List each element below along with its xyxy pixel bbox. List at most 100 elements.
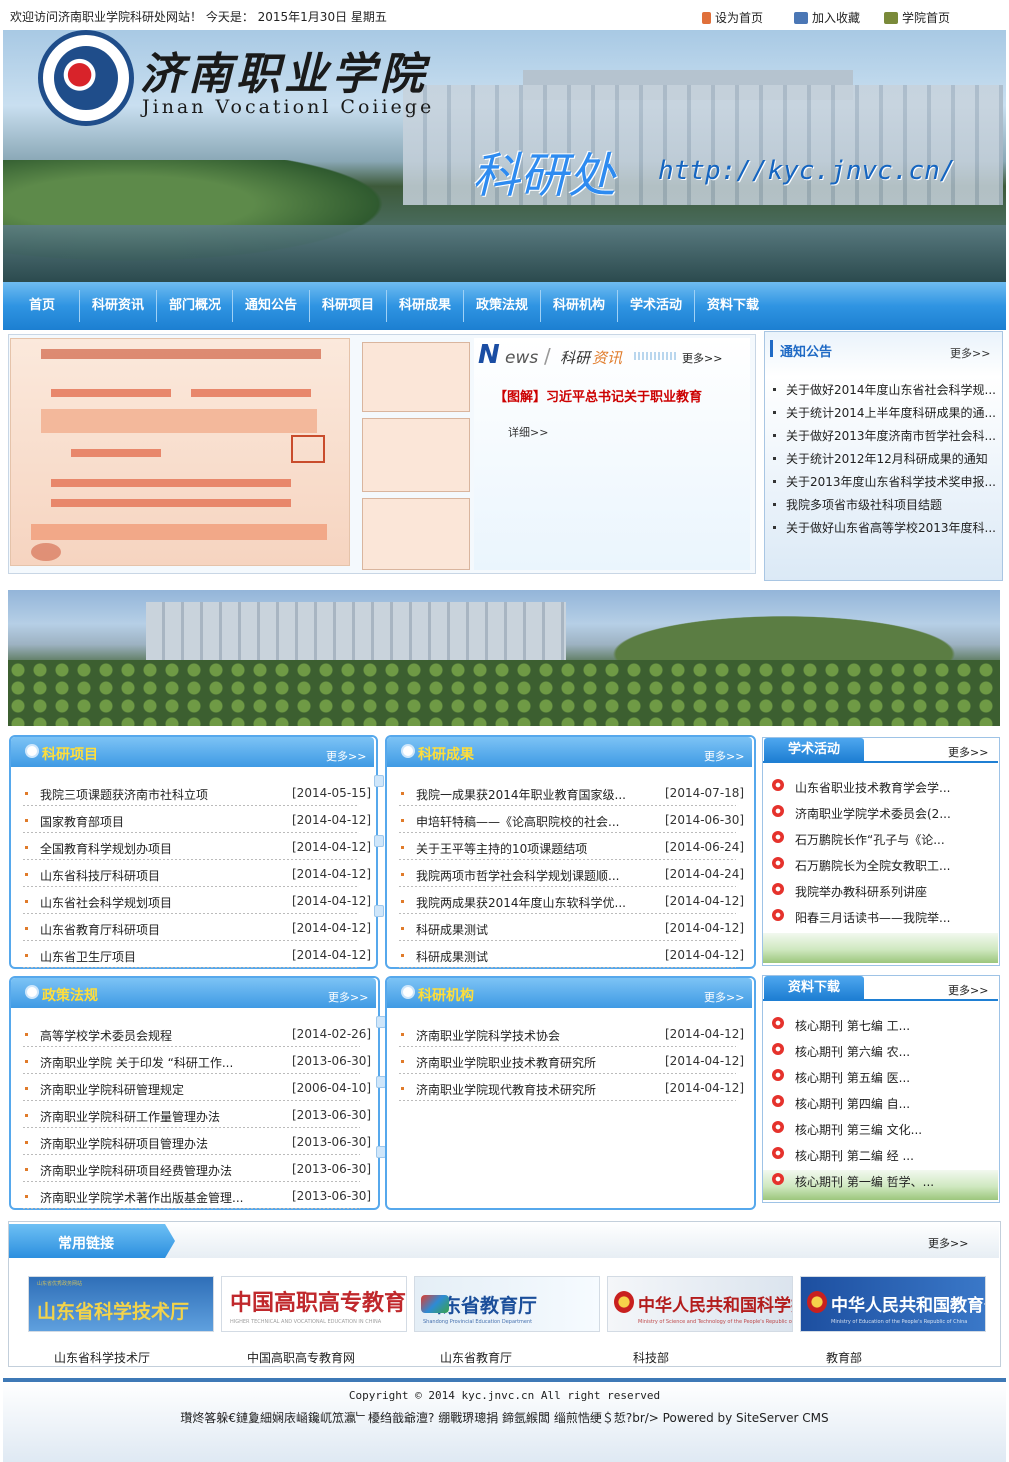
row-divider (23, 913, 358, 914)
notice-item[interactable]: 关于做好2013年度济南市哲学社会科... (773, 427, 995, 444)
list-item[interactable]: 济南职业学院学术著作出版基金管理... (40, 1189, 283, 1206)
list-item[interactable]: 科研成果测试 (416, 948, 656, 965)
list-item[interactable]: 济南职业学院科研工作量管理办法 (40, 1108, 283, 1125)
list-item[interactable]: 济南职业学院现代教育技术研究所 (416, 1081, 656, 1098)
slide-thumbnail[interactable] (362, 342, 470, 412)
partner-link-caption[interactable]: 科技部 (633, 1349, 669, 1366)
add-favorite-label[interactable]: 加入收藏 (812, 11, 860, 25)
panel-more-link[interactable]: 更多>> (326, 748, 366, 764)
notice-more-link[interactable]: 更多>> (950, 345, 990, 361)
notice-item[interactable]: 关于做好2014年度山东省社会科学规... (773, 381, 995, 398)
list-item[interactable]: 我院两成果获2014年度山东软科学优... (416, 894, 656, 911)
arrow-bullet-icon (772, 1017, 784, 1029)
list-item[interactable]: 国家教育部项目 (40, 813, 283, 830)
panel-title: 政策法规 (42, 988, 98, 1004)
list-item[interactable]: 我院三项课题获济南市社科立项 (40, 786, 283, 803)
list-item[interactable]: 山东省科技厅科研项目 (40, 867, 283, 884)
nav-item[interactable]: 学术活动 (618, 282, 694, 330)
set-home-label[interactable]: 设为首页 (715, 11, 763, 25)
side-list-item[interactable]: 石万鹏院长作“孔子与《论... (795, 831, 991, 848)
notice-item[interactable]: 关于2013年度山东省科学技术奖申报... (773, 473, 995, 490)
panel-more-link[interactable]: 更多>> (328, 989, 368, 1005)
notice-item[interactable]: 关于统计2014上半年度科研成果的通... (773, 404, 995, 421)
panel-more-link[interactable]: 更多>> (704, 748, 744, 764)
row-divider (23, 859, 358, 860)
notice-item-label[interactable]: 关于2013年度山东省科学技术奖申报... (786, 475, 995, 489)
side-list-item[interactable]: 核心期刊 第二编 经 ... (795, 1147, 991, 1164)
list-item[interactable]: 申培轩特稿——《论高职院校的社会... (416, 813, 656, 830)
side-list-item[interactable]: 核心期刊 第三编 文化... (795, 1121, 991, 1138)
partner-link-caption[interactable]: 教育部 (826, 1349, 862, 1366)
panel-more-link[interactable]: 更多>> (704, 989, 744, 1005)
news-more-link[interactable]: 更多>> (682, 350, 722, 366)
list-item[interactable]: 高等学校学术委员会规程 (40, 1027, 283, 1044)
partner-logo-link[interactable]: 中华人民共和国教育部 Ministry of Education of the P… (800, 1276, 986, 1332)
side-list-item[interactable]: 核心期刊 第四编 自... (795, 1095, 991, 1112)
links-more-link[interactable]: 更多>> (928, 1235, 968, 1251)
nav-item[interactable]: 资料下载 (695, 282, 771, 330)
notice-item-label[interactable]: 关于做好2013年度济南市哲学社会科... (786, 429, 995, 443)
notice-item-label[interactable]: 关于做好山东省高等学校2013年度科... (786, 521, 995, 535)
list-item[interactable]: 山东省卫生厅项目 (40, 948, 283, 965)
list-item[interactable]: 济南职业学院 关于印发 “科研工作... (40, 1054, 283, 1071)
side-list-item[interactable]: 石万鹏院长为全院女教职工... (795, 857, 991, 874)
list-item[interactable]: 济南职业学院职业技术教育研究所 (416, 1054, 656, 1071)
partner-logo-link[interactable]: 山东省教育厅 Shandong Provincial Education Depa… (414, 1276, 600, 1332)
news-headline-link[interactable]: 【图解】习近平总书记关于职业教育 (494, 386, 702, 405)
nav-item[interactable]: 科研项目 (310, 282, 386, 330)
notice-item-label[interactable]: 关于做好2014年度山东省社会科学规... (786, 383, 995, 397)
bullet-icon (25, 1060, 28, 1063)
side-list-item[interactable]: 我院举办教科研系列讲座 (795, 883, 991, 900)
side-list-item[interactable]: 山东省职业技术教育学会学... (795, 779, 991, 796)
featured-slide-image[interactable] (10, 338, 350, 566)
partner-link-caption[interactable]: 中国高职高专教育网 (247, 1349, 355, 1366)
partner-link-caption[interactable]: 山东省科学技术厅 (54, 1349, 150, 1366)
list-item[interactable]: 全国教育科学规划办项目 (40, 840, 283, 857)
list-item[interactable]: 关于王平等主持的10项课题结项 (416, 840, 656, 857)
nav-item[interactable]: 科研成果 (387, 282, 463, 330)
notice-item-label[interactable]: 我院多项省市级社科项目结题 (786, 498, 942, 512)
notice-item[interactable]: 关于统计2012年12月科研成果的通知 (773, 450, 995, 467)
side-list-item[interactable]: 核心期刊 第五编 医... (795, 1069, 991, 1086)
list-item[interactable]: 济南职业学院科研项目经费管理办法 (40, 1162, 283, 1179)
list-item[interactable]: 山东省教育厅科研项目 (40, 921, 283, 938)
partner-logo-link[interactable]: 山东省科学技术厅 山东省优秀政务网站 (28, 1276, 214, 1332)
nav-separator (79, 290, 80, 322)
nav-item[interactable]: 科研资讯 (80, 282, 156, 330)
nav-item[interactable]: 部门概况 (157, 282, 233, 330)
partner-link-caption[interactable]: 山东省教育厅 (440, 1349, 512, 1366)
add-favorite-link[interactable]: 加入收藏 (794, 9, 860, 26)
side-list-item[interactable]: 核心期刊 第六编 农... (795, 1043, 991, 1060)
notice-item-label[interactable]: 关于统计2014上半年度科研成果的通... (786, 406, 995, 420)
notice-item[interactable]: 我院多项省市级社科项目结题 (773, 496, 995, 513)
list-item[interactable]: 科研成果测试 (416, 921, 656, 938)
side-list-item[interactable]: 核心期刊 第一编 哲学、... (795, 1173, 991, 1190)
list-item[interactable]: 济南职业学院科学技术协会 (416, 1027, 656, 1044)
set-home-link[interactable]: 设为首页 (702, 9, 763, 26)
side-list-item[interactable]: 核心期刊 第七编 工... (795, 1017, 991, 1034)
list-item[interactable]: 济南职业学院科研管理规定 (40, 1081, 283, 1098)
side-box-more-link[interactable]: 更多>> (948, 982, 988, 998)
list-item[interactable]: 我院两项市哲学社会科学规划课题顺... (416, 867, 656, 884)
nav-item[interactable]: 科研机构 (541, 282, 617, 330)
list-item[interactable]: 山东省社会科学规划项目 (40, 894, 283, 911)
side-box-more-link[interactable]: 更多>> (948, 744, 988, 760)
list-item[interactable]: 济南职业学院科研项目管理办法 (40, 1135, 283, 1152)
nav-item[interactable]: 首页 (4, 282, 80, 330)
news-detail-link[interactable]: 详细>> (508, 424, 548, 440)
college-home-link[interactable]: 学院首页 (884, 9, 950, 26)
list-item-date: [2014-06-24] (665, 840, 745, 854)
nav-item[interactable]: 通知公告 (233, 282, 309, 330)
side-list-item[interactable]: 阳春三月话读书——我院举... (795, 909, 991, 926)
partner-logo-link[interactable]: 中华人民共和国科学技术部 Ministry of Science and Tech… (607, 1276, 793, 1332)
slide-thumbnail[interactable] (362, 498, 470, 570)
college-home-label[interactable]: 学院首页 (902, 11, 950, 25)
notice-item[interactable]: 关于做好山东省高等学校2013年度科... (773, 519, 995, 536)
partner-logo-link[interactable]: 中国高职高专教育网 HIGHER TECHNICAL AND VOCATIONAL… (221, 1276, 407, 1332)
notice-item-label[interactable]: 关于统计2012年12月科研成果的通知 (786, 452, 988, 466)
nav-item[interactable]: 政策法规 (464, 282, 540, 330)
partner-logo-text: 中华人民共和国科学技术部 (638, 1296, 792, 1316)
slide-thumbnail[interactable] (362, 418, 470, 492)
list-item[interactable]: 我院一成果获2014年职业教育国家级... (416, 786, 656, 803)
side-list-item[interactable]: 济南职业学院学术委员会(2... (795, 805, 991, 822)
